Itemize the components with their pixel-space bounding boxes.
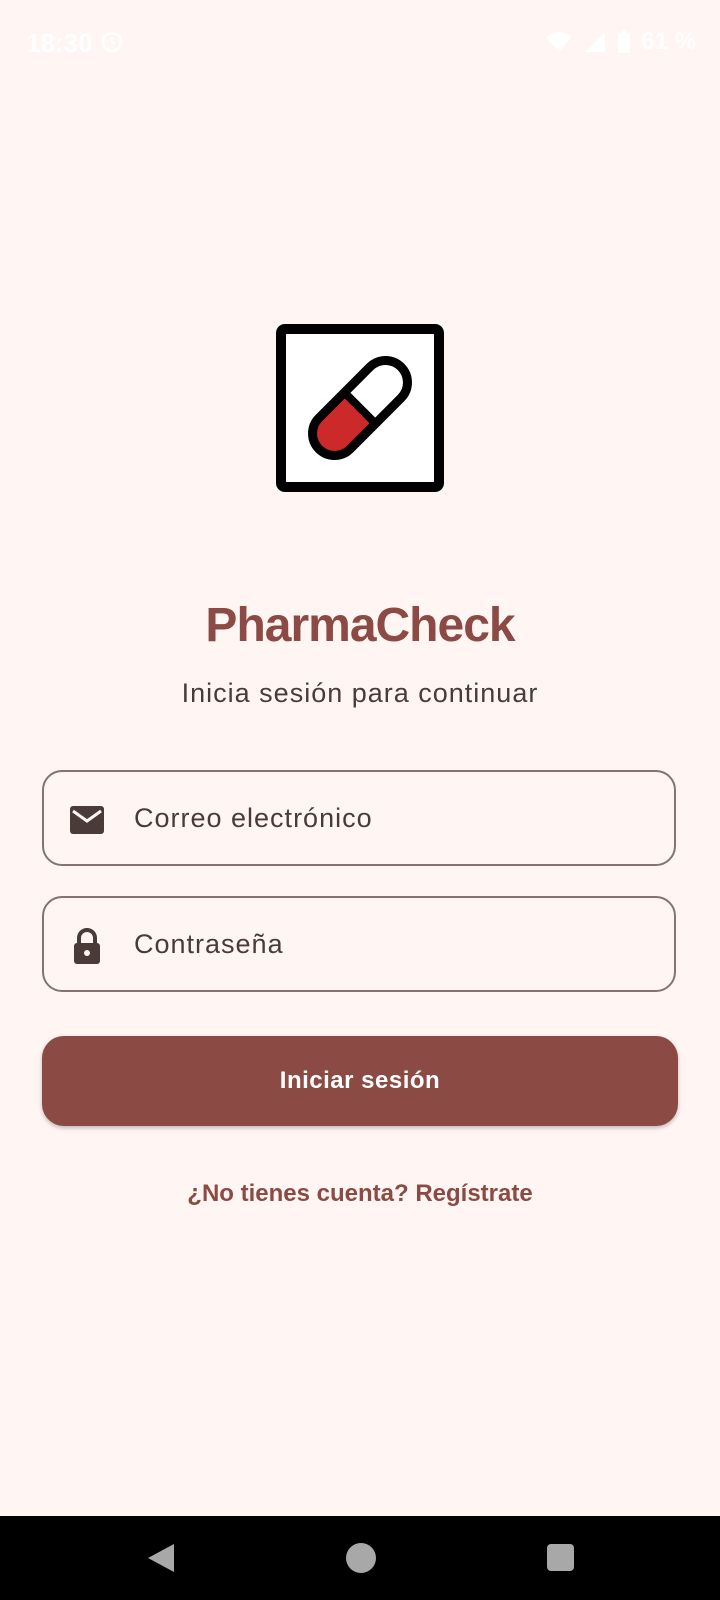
status-time: 18:30 (26, 28, 93, 58)
lock-icon (74, 928, 100, 964)
sync-icon (101, 31, 123, 53)
app-subtitle: Inicia sesión para continuar (181, 678, 539, 708)
app-title: PharmaCheck (205, 599, 515, 652)
mail-icon (70, 806, 104, 834)
navigation-bar (0, 1516, 720, 1600)
status-bar: 18:30 61 % (0, 0, 720, 88)
signal-icon (585, 32, 606, 52)
email-field[interactable] (42, 770, 676, 866)
password-field[interactable] (42, 896, 676, 992)
recents-icon[interactable] (547, 1544, 574, 1571)
wifi-icon (546, 32, 573, 52)
email-input[interactable] (134, 772, 654, 864)
home-icon[interactable] (346, 1543, 376, 1573)
pill-capsule-icon (276, 324, 444, 492)
login-screen: 18:30 61 % PharmaCheck Inicia sesión par… (0, 0, 720, 1600)
back-icon[interactable] (146, 1542, 176, 1574)
register-link[interactable]: ¿No tienes cuenta? Regístrate (0, 1180, 720, 1208)
status-icons: 61 % (545, 28, 696, 56)
battery-icon (618, 30, 631, 53)
battery-level: 61 % (641, 28, 696, 55)
password-input[interactable] (134, 898, 654, 990)
login-button[interactable]: Iniciar sesión (42, 1036, 678, 1126)
